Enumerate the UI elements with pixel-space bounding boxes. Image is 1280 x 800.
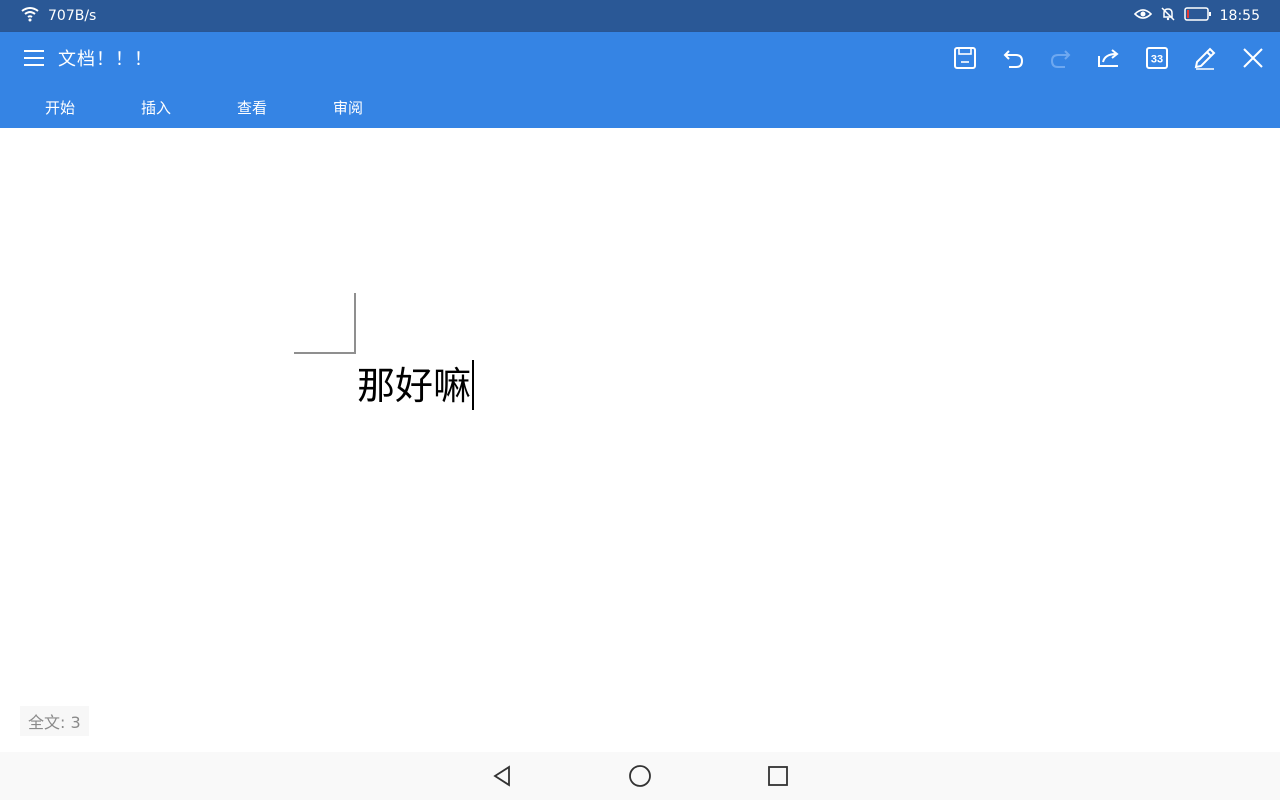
save-button[interactable] bbox=[948, 41, 982, 75]
tab-insert[interactable]: 插入 bbox=[108, 97, 204, 118]
wifi-icon bbox=[20, 6, 40, 26]
text-caret bbox=[472, 360, 474, 410]
nav-home-button[interactable] bbox=[626, 762, 654, 790]
document-body-text[interactable]: 那好嘛 bbox=[357, 360, 474, 410]
hamburger-menu-icon bbox=[24, 50, 44, 66]
word-count-badge: 全文: 3 bbox=[20, 706, 89, 736]
redo-button[interactable] bbox=[1044, 41, 1078, 75]
close-icon bbox=[1243, 48, 1263, 68]
document-text[interactable]: 那好嘛 bbox=[357, 364, 471, 408]
close-button[interactable] bbox=[1236, 41, 1270, 75]
share-icon bbox=[1098, 49, 1119, 67]
edit-icon bbox=[1194, 47, 1216, 70]
share-button[interactable] bbox=[1092, 41, 1126, 75]
recents-icon bbox=[768, 766, 788, 786]
system-nav-bar bbox=[0, 752, 1280, 800]
edit-button[interactable] bbox=[1188, 41, 1222, 75]
home-icon bbox=[629, 765, 651, 787]
save-icon bbox=[954, 47, 976, 69]
menu-button[interactable] bbox=[20, 44, 48, 72]
nav-recents-button[interactable] bbox=[764, 762, 792, 790]
page-margin-marker bbox=[294, 293, 356, 354]
ribbon-tabs: 开始 插入 查看 审阅 bbox=[0, 92, 396, 122]
tab-start[interactable]: 开始 bbox=[12, 97, 108, 118]
clock: 18:55 bbox=[1219, 8, 1260, 24]
redo-icon bbox=[1050, 50, 1071, 68]
tab-review[interactable]: 审阅 bbox=[300, 97, 396, 118]
app-bar: 文档！！！ 33 开始 插入 查看 审阅 bbox=[0, 32, 1280, 128]
undo-button[interactable] bbox=[996, 41, 1030, 75]
back-icon bbox=[493, 765, 510, 787]
eye-icon bbox=[1133, 7, 1152, 25]
document-canvas[interactable] bbox=[0, 128, 1280, 750]
tab-view[interactable]: 查看 bbox=[204, 97, 300, 118]
page-count-icon: 33 bbox=[1146, 47, 1168, 69]
nav-back-button[interactable] bbox=[488, 762, 516, 790]
network-speed: 707B/s bbox=[48, 8, 97, 24]
page-count-number: 33 bbox=[1151, 54, 1163, 66]
toolbar-actions: 33 bbox=[948, 38, 1270, 78]
mute-bell-icon bbox=[1160, 6, 1176, 26]
status-bar: 707B/s 18:55 bbox=[0, 0, 1280, 32]
undo-icon bbox=[1003, 50, 1024, 68]
page-count-button[interactable]: 33 bbox=[1140, 41, 1174, 75]
battery-icon bbox=[1183, 6, 1212, 26]
document-title[interactable]: 文档！！！ bbox=[58, 45, 153, 71]
